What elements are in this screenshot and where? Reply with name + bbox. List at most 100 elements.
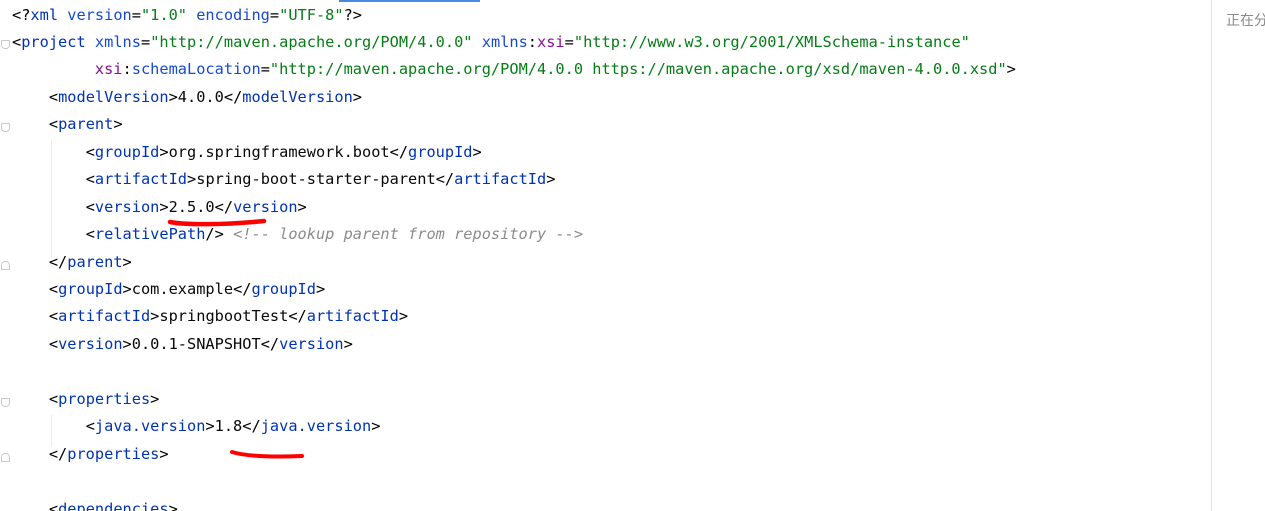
code-token: < (48, 389, 59, 408)
code-line[interactable]: <relativePath/> <!-- lookup parent from … (12, 223, 583, 245)
code-token: version (67, 5, 132, 24)
fold-icon[interactable] (1, 123, 10, 132)
right-side-panel: 正在分 (1211, 0, 1265, 511)
code-token: </ (435, 170, 455, 189)
code-token: > (472, 142, 482, 161)
code-token: < (85, 197, 95, 216)
code-token: > (187, 170, 197, 189)
code-token: < (48, 499, 59, 511)
code-token: < (85, 142, 95, 161)
code-token: > (122, 280, 132, 298)
code-line[interactable]: <java.version>1.8</java.version> (12, 415, 381, 437)
code-token: </ (242, 417, 261, 436)
code-line[interactable]: </parent> (12, 251, 132, 273)
code-line[interactable]: <groupId>org.springframework.boot</group… (12, 141, 482, 163)
code-token: java.version (94, 417, 206, 436)
code-token: "1.0" (140, 5, 197, 24)
code-token: parent (58, 115, 114, 134)
code-token: version (94, 197, 160, 216)
code-token: > (159, 142, 169, 161)
code-line[interactable]: </properties> (12, 443, 169, 465)
code-token: dependencies (58, 499, 169, 511)
code-editor[interactable]: <?xml version="1.0" encoding="UTF-8"?> <p… (0, 0, 1265, 511)
code-line[interactable]: <artifactId>springbootTest</artifactId> (12, 305, 408, 327)
code-token: </ (389, 142, 409, 161)
code-token: > (371, 417, 381, 436)
code-line[interactable]: <version>2.5.0</version> (12, 196, 307, 218)
code-token: </ (288, 307, 307, 326)
code-line[interactable]: <version>0.0.1-SNAPSHOT</version> (12, 333, 353, 355)
code-token: spring-boot-starter-parent (196, 170, 436, 189)
fold-icon[interactable] (1, 40, 10, 49)
code-token: > (546, 170, 556, 189)
code-token: </ (48, 444, 68, 463)
code-token: </ (223, 87, 243, 106)
code-token: = (260, 60, 270, 79)
code-token: springbootTest (159, 307, 289, 326)
code-line[interactable]: <?xml version="1.0" encoding="UTF-8"?> (12, 4, 362, 26)
code-token: groupId (58, 280, 123, 298)
code-token: modelVersion (58, 87, 169, 106)
fold-icon[interactable] (1, 398, 10, 407)
code-line[interactable]: <groupId>com.example</groupId> (12, 278, 325, 300)
code-token: > (122, 334, 132, 353)
code-token: org.springframework.boot (168, 142, 390, 161)
code-token: > (315, 280, 326, 298)
code-token: version (233, 197, 298, 216)
code-token: parent (67, 252, 123, 271)
fold-gutter (0, 0, 12, 511)
code-token: < (12, 32, 22, 51)
code-token: > (205, 417, 215, 436)
code-token: com.example (131, 280, 234, 298)
code-token: > (343, 334, 353, 353)
code-line[interactable]: <dependencies> (12, 498, 178, 511)
code-token: "http://www.w3.org/2001/XMLSchema-instan… (573, 32, 970, 51)
code-token: > (352, 87, 363, 106)
code-token: modelVersion (242, 87, 353, 106)
code-token: > (150, 389, 160, 408)
code-token: < (85, 170, 95, 189)
code-token: > (398, 307, 409, 326)
code-token: : (527, 32, 538, 51)
code-token: = (140, 32, 151, 51)
code-line[interactable]: <parent> (12, 113, 123, 135)
fold-icon[interactable] (1, 261, 10, 270)
code-token: java.version (260, 417, 372, 436)
code-token: xmlns (94, 32, 141, 51)
code-line[interactable]: <artifactId>spring-boot-starter-parent</… (12, 168, 556, 190)
code-line[interactable]: <modelVersion>4.0.0</modelVersion> (12, 86, 362, 108)
code-token: version (279, 334, 344, 353)
code-token: 1.8 (214, 417, 243, 436)
code-token: ?> (343, 5, 363, 24)
fold-icon[interactable] (1, 453, 10, 462)
code-token: artifactId (58, 307, 151, 326)
code-token: < (48, 280, 59, 298)
code-token: xml (30, 5, 68, 24)
code-token: > (297, 197, 307, 216)
code-token: </ (233, 280, 252, 298)
code-line[interactable]: <project xmlns="http://maven.apache.org/… (12, 31, 970, 53)
code-token: : (122, 60, 132, 79)
code-token: > (150, 307, 160, 326)
code-line[interactable]: <properties> (12, 388, 160, 410)
code-token: <!-- lookup parent from repository --> (233, 225, 584, 244)
active-tab-indicator (339, 0, 480, 2)
code-token: < (85, 225, 95, 244)
code-token: </ (48, 252, 68, 271)
code-line[interactable]: xsi:schemaLocation="http://maven.apache.… (12, 58, 1016, 80)
code-token: < (48, 115, 59, 134)
code-token: relativePath (94, 225, 206, 244)
code-token: > (122, 252, 132, 271)
code-token: = (131, 5, 141, 24)
code-token: < (85, 417, 95, 436)
code-token: <? (12, 5, 31, 24)
